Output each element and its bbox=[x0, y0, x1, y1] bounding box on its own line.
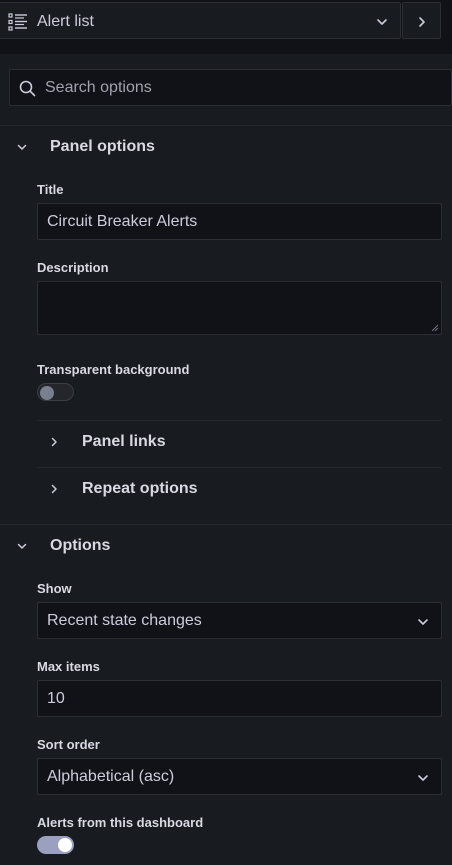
chevron-down-icon bbox=[17, 543, 27, 549]
show-select-value: Recent state changes bbox=[47, 612, 202, 629]
visualization-name: Alert list bbox=[37, 13, 94, 30]
resize-grip-icon[interactable] bbox=[431, 324, 439, 332]
panel-options-section-header[interactable]: Panel options bbox=[0, 126, 452, 170]
chevron-right-icon bbox=[51, 484, 57, 494]
search-box[interactable] bbox=[9, 69, 452, 106]
repeat-options-section-header[interactable]: Repeat options bbox=[37, 467, 442, 513]
options-section-header[interactable]: Options bbox=[0, 525, 452, 569]
transparent-background-switch[interactable] bbox=[37, 383, 74, 401]
visualization-header: Alert list bbox=[0, 0, 452, 54]
chevron-right-icon bbox=[419, 17, 425, 27]
transparent-background-label: Transparent background bbox=[37, 362, 190, 377]
show-label: Show bbox=[37, 581, 72, 596]
switch-knob bbox=[40, 386, 54, 400]
panel-links-section-header[interactable]: Panel links bbox=[37, 420, 442, 466]
alerts-from-dashboard-label: Alerts from this dashboard bbox=[37, 815, 204, 830]
repeat-options-label: Repeat options bbox=[82, 480, 198, 497]
switch-knob bbox=[58, 838, 72, 852]
options-search-area bbox=[0, 54, 452, 126]
sort-order-select[interactable]: Alphabetical (asc) bbox=[37, 758, 442, 795]
title-input[interactable] bbox=[37, 203, 442, 240]
chevron-down-icon bbox=[17, 144, 27, 150]
max-items-input[interactable] bbox=[37, 680, 442, 717]
sort-order-select-value: Alphabetical (asc) bbox=[47, 768, 175, 785]
search-icon bbox=[19, 80, 36, 97]
panel-links-label: Panel links bbox=[82, 433, 166, 450]
options-label: Options bbox=[50, 537, 111, 554]
chevron-down-icon bbox=[418, 775, 428, 781]
chevron-right-icon bbox=[51, 437, 57, 447]
panel-options-label: Panel options bbox=[50, 138, 155, 155]
alert-list-icon bbox=[8, 13, 27, 31]
description-textarea[interactable] bbox=[37, 281, 442, 335]
collapse-options-pane-button[interactable] bbox=[402, 2, 441, 39]
sort-order-label: Sort order bbox=[37, 737, 100, 752]
max-items-label: Max items bbox=[37, 659, 100, 674]
visualization-picker-button[interactable]: Alert list bbox=[0, 2, 401, 39]
chevron-down-icon bbox=[418, 619, 428, 625]
chevron-down-icon bbox=[377, 19, 387, 25]
alerts-from-dashboard-switch[interactable] bbox=[37, 836, 74, 854]
title-label: Title bbox=[37, 182, 64, 197]
search-input[interactable] bbox=[43, 70, 443, 105]
description-label: Description bbox=[37, 260, 109, 275]
show-select[interactable]: Recent state changes bbox=[37, 602, 442, 639]
